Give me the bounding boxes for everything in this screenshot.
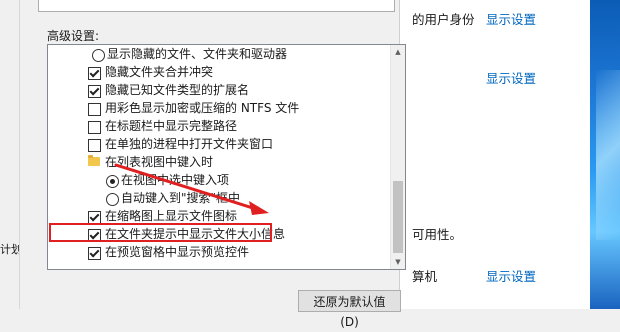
annotation-arrow-icon bbox=[114, 163, 269, 215]
